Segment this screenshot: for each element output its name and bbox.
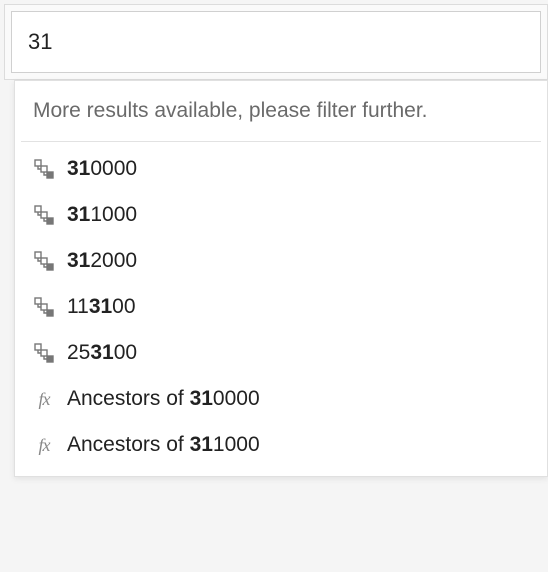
search-field-frame: [4, 4, 548, 80]
search-input[interactable]: [11, 11, 541, 73]
suggestion-label: Ancestors of 310000: [67, 387, 260, 411]
suggestion-item[interactable]: fx Ancestors of 311000: [15, 422, 547, 468]
function-icon: fx: [33, 388, 55, 410]
suggestion-item[interactable]: 311000: [15, 192, 547, 238]
suggestion-label: 310000: [67, 157, 137, 181]
suggestion-label: 113100: [67, 295, 136, 319]
suggestion-label: 311000: [67, 203, 137, 227]
hierarchy-icon: [33, 158, 55, 180]
hierarchy-icon: [33, 250, 55, 272]
suggestion-label: 312000: [67, 249, 137, 273]
function-icon: fx: [33, 434, 55, 456]
suggestion-item[interactable]: 310000: [15, 146, 547, 192]
divider: [21, 141, 541, 142]
suggestion-label: Ancestors of 311000: [67, 433, 260, 457]
hierarchy-icon: [33, 296, 55, 318]
hierarchy-icon: [33, 204, 55, 226]
suggestion-item[interactable]: fx Ancestors of 310000: [15, 376, 547, 422]
suggestion-item[interactable]: 312000: [15, 238, 547, 284]
hierarchy-icon: [33, 342, 55, 364]
autocomplete-dropdown: More results available, please filter fu…: [14, 80, 548, 477]
suggestion-label: 253100: [67, 341, 137, 365]
more-results-info: More results available, please filter fu…: [15, 81, 547, 141]
suggestion-item[interactable]: 113100: [15, 284, 547, 330]
suggestion-item[interactable]: 253100: [15, 330, 547, 376]
